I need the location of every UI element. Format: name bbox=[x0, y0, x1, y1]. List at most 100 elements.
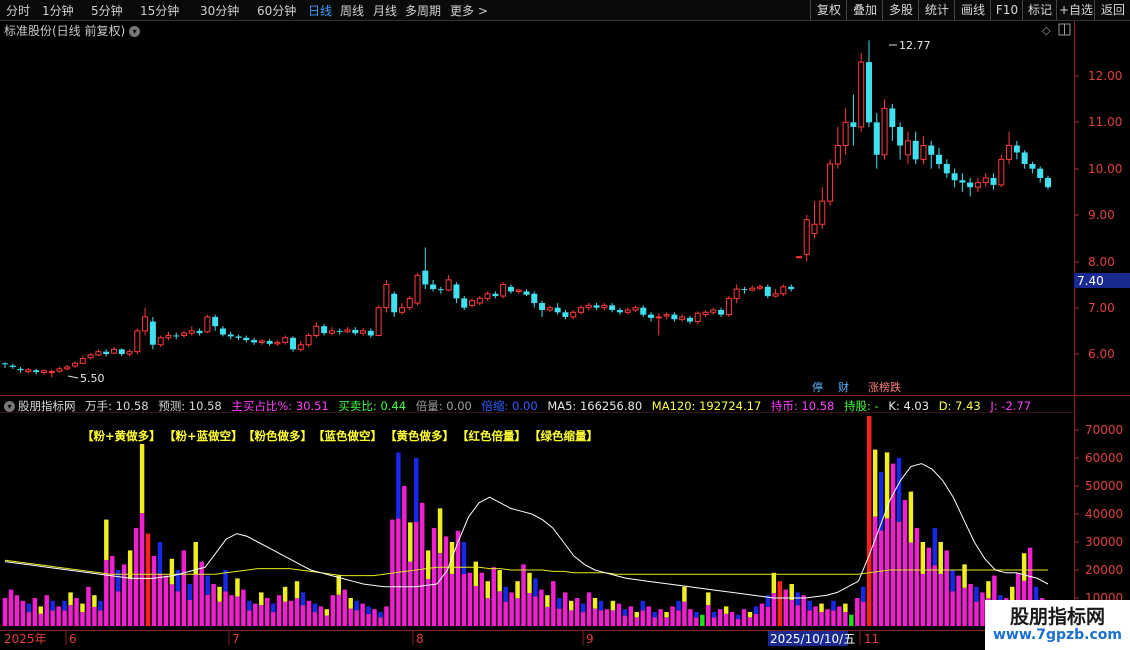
event-marker-finance[interactable]: 财 bbox=[838, 380, 849, 394]
event-marker-ranking[interactable]: 涨榜跌 bbox=[868, 380, 901, 394]
volume-bar-base bbox=[920, 573, 926, 626]
candle-body bbox=[445, 279, 452, 291]
volume-tick: 70000 bbox=[1074, 423, 1123, 437]
volume-bar-base bbox=[169, 584, 175, 626]
volume-bar bbox=[914, 528, 920, 626]
candle bbox=[72, 361, 79, 368]
candle bbox=[33, 368, 40, 375]
candle-body bbox=[204, 316, 211, 333]
candle-body bbox=[554, 307, 561, 313]
diamond-icon[interactable]: ◇ bbox=[1042, 24, 1051, 37]
volume-bar-cap bbox=[235, 578, 240, 597]
volume-bar-base bbox=[634, 617, 639, 626]
volume-bar bbox=[402, 486, 407, 626]
date-axis: 2025年 6 7 8 9 2025/10/10/五 11 bbox=[4, 631, 879, 646]
volume-bar-cap bbox=[598, 600, 604, 611]
candle bbox=[873, 113, 880, 169]
candle bbox=[788, 284, 795, 292]
volume-bar bbox=[980, 592, 985, 626]
candle bbox=[1013, 140, 1020, 160]
candle bbox=[321, 323, 328, 336]
volume-bar bbox=[926, 547, 932, 626]
indicator-name[interactable]: 股朋指标网 bbox=[18, 399, 76, 413]
candle-body bbox=[640, 307, 647, 315]
volume-tick-label: 70000 bbox=[1085, 423, 1123, 437]
candle-body bbox=[235, 336, 242, 338]
volume-bar-base bbox=[92, 606, 97, 626]
candle-body bbox=[757, 286, 764, 289]
candle bbox=[897, 122, 904, 160]
price-axis: 12.00 11.00 10.00 9.00 8.00 7.00 6.00 bbox=[1074, 69, 1122, 361]
volume-bar bbox=[759, 603, 765, 626]
signal-item: 【红色倍量】 bbox=[457, 429, 526, 443]
volume-bar-base bbox=[789, 599, 794, 626]
candle-body bbox=[663, 314, 670, 317]
volume-bar bbox=[509, 592, 514, 626]
volume-bar-cap bbox=[664, 612, 669, 618]
volume-bar bbox=[467, 572, 473, 626]
candle-body bbox=[546, 307, 553, 311]
candle-body bbox=[476, 297, 483, 304]
volume-bar-base bbox=[461, 573, 467, 626]
volume-bar-base bbox=[282, 601, 288, 626]
candle-body bbox=[56, 368, 63, 372]
candle bbox=[430, 279, 437, 292]
candle-body bbox=[577, 307, 584, 313]
candle bbox=[48, 369, 55, 378]
candle bbox=[663, 312, 670, 320]
candle bbox=[889, 103, 896, 141]
volume-bar bbox=[574, 598, 580, 626]
candle bbox=[110, 347, 117, 354]
volume-tick: 30000 bbox=[1074, 535, 1123, 549]
indicator-chevron-icon[interactable]: ▾ bbox=[4, 401, 15, 412]
date-label: 11 bbox=[864, 632, 879, 646]
volume-bar bbox=[801, 595, 806, 626]
volume-bar bbox=[199, 561, 204, 626]
candle-body bbox=[142, 316, 149, 332]
volume-bar-base bbox=[753, 613, 759, 626]
current-price-tag: 7.40 bbox=[1077, 274, 1104, 288]
price-tick: 10.00 bbox=[1074, 162, 1122, 176]
volume-bar-base bbox=[270, 612, 276, 626]
candle bbox=[648, 312, 655, 322]
volume-bar-base bbox=[217, 601, 222, 626]
volume-bar bbox=[825, 609, 830, 626]
stock-chart[interactable]: 12.00 11.00 10.00 9.00 8.00 7.00 6.00 7.… bbox=[0, 0, 1130, 650]
candle bbox=[679, 314, 686, 322]
candle-body bbox=[103, 351, 110, 354]
volume-bar-base bbox=[26, 612, 32, 626]
volume-bar-cap bbox=[652, 612, 657, 618]
candle bbox=[414, 272, 421, 306]
candle bbox=[585, 303, 592, 310]
volume-bar-cap bbox=[259, 592, 264, 606]
candle bbox=[725, 296, 732, 317]
volume-tick-label: 30000 bbox=[1085, 535, 1123, 549]
candle-body bbox=[616, 309, 623, 313]
candle bbox=[383, 279, 390, 313]
volume-bar-cap bbox=[580, 603, 586, 613]
candle bbox=[305, 333, 312, 348]
volume-bar bbox=[342, 589, 347, 626]
candle bbox=[251, 337, 258, 345]
volume-bar-cap bbox=[807, 600, 812, 611]
candle-body bbox=[648, 314, 655, 318]
volume-bar-base bbox=[354, 610, 359, 626]
volume-bar-base bbox=[765, 606, 771, 626]
candle bbox=[819, 187, 826, 229]
volume-bar-cap bbox=[98, 600, 103, 611]
volume-bar-base bbox=[205, 594, 210, 626]
candle-body bbox=[850, 122, 857, 127]
volume-bar bbox=[253, 603, 258, 626]
candle bbox=[554, 303, 561, 315]
price-tick: 8.00 bbox=[1074, 255, 1115, 269]
candle-body bbox=[328, 330, 335, 334]
volume-bar-base bbox=[664, 617, 669, 626]
candle-body bbox=[1006, 145, 1013, 160]
signal-item: 【蓝色做空】 bbox=[313, 429, 382, 443]
candle-body bbox=[897, 126, 904, 146]
candle bbox=[741, 286, 748, 294]
volume-bar-cap bbox=[282, 586, 288, 602]
event-marker-suspend[interactable]: 停 bbox=[812, 380, 823, 394]
volume-bar bbox=[86, 586, 91, 626]
volume-bar bbox=[837, 606, 842, 626]
